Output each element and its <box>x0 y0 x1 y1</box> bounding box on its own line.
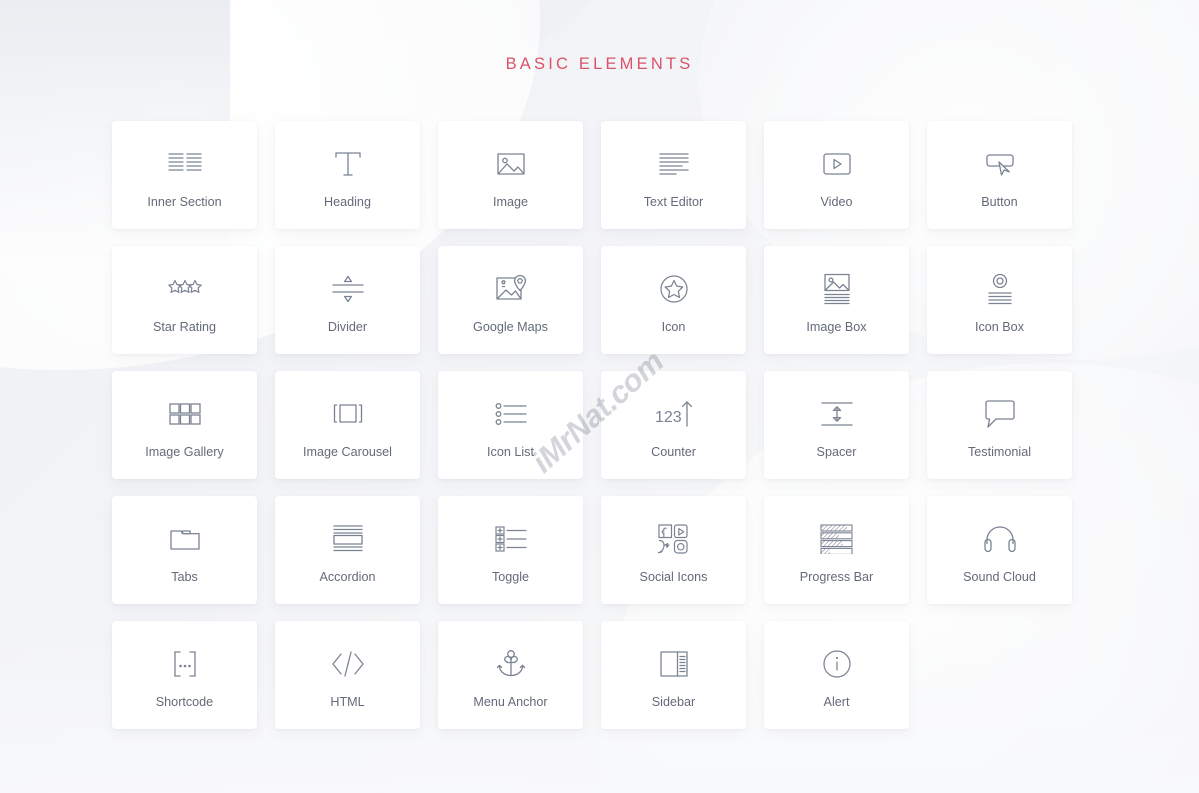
element-label: Spacer <box>816 444 857 459</box>
element-label: Icon Box <box>974 319 1024 334</box>
counter-123-arrow-icon: 123 <box>654 392 694 436</box>
element-card-heading[interactable]: Heading <box>275 121 420 229</box>
element-card-image-box[interactable]: Image Box <box>764 246 909 354</box>
grid-squares-icon <box>168 392 201 436</box>
carousel-slides-icon <box>331 392 365 436</box>
element-label: Image Gallery <box>145 444 224 459</box>
bullet-list-icon <box>495 392 527 436</box>
element-label: Alert <box>823 694 850 709</box>
element-card-menu-anchor[interactable]: Menu Anchor <box>438 621 583 729</box>
elements-grid: Inner Section Heading Image Text Editor … <box>112 121 1073 729</box>
element-label: Progress Bar <box>799 569 874 584</box>
element-card-html[interactable]: HTML <box>275 621 420 729</box>
element-card-image[interactable]: Image <box>438 121 583 229</box>
element-label: Sound Cloud <box>963 569 1036 584</box>
divider-arrows-icon <box>331 267 365 311</box>
headphones-icon <box>983 517 1016 561</box>
button-cursor-icon <box>984 142 1016 186</box>
sidebar-layout-icon <box>659 642 689 686</box>
element-label: HTML <box>330 694 365 709</box>
element-label: Social Icons <box>639 569 708 584</box>
element-card-image-gallery[interactable]: Image Gallery <box>112 371 257 479</box>
element-label: Testimonial <box>968 444 1031 459</box>
element-card-inner-section[interactable]: Inner Section <box>112 121 257 229</box>
element-card-tabs[interactable]: Tabs <box>112 496 257 604</box>
element-card-button[interactable]: Button <box>927 121 1072 229</box>
element-label: Sidebar <box>651 694 696 709</box>
element-card-progress-bar[interactable]: Progress Bar <box>764 496 909 604</box>
toggle-plus-list-icon <box>494 517 527 561</box>
element-card-social-icons[interactable]: Social Icons <box>601 496 746 604</box>
spacer-updown-arrow-icon <box>820 392 853 436</box>
progress-bars-icon <box>819 517 854 561</box>
element-label: Tabs <box>171 569 198 584</box>
three-stars-icon <box>167 267 203 311</box>
element-label: Star Rating <box>153 319 216 334</box>
element-card-accordion[interactable]: Accordion <box>275 496 420 604</box>
image-with-text-icon <box>822 267 852 311</box>
element-card-alert[interactable]: Alert <box>764 621 909 729</box>
element-card-star-rating[interactable]: Star Rating <box>112 246 257 354</box>
element-card-toggle[interactable]: Toggle <box>438 496 583 604</box>
element-card-counter[interactable]: 123 Counter <box>601 371 746 479</box>
code-angle-brackets-icon <box>331 642 365 686</box>
element-card-google-maps[interactable]: Google Maps <box>438 246 583 354</box>
element-card-text-editor[interactable]: Text Editor <box>601 121 746 229</box>
element-label: Inner Section <box>147 194 222 209</box>
social-networks-icon <box>657 517 690 561</box>
element-card-icon-box[interactable]: Icon Box <box>927 246 1072 354</box>
element-card-shortcode[interactable]: Shortcode <box>112 621 257 729</box>
element-label: Icon List <box>487 444 534 459</box>
element-label: Text Editor <box>643 194 704 209</box>
element-card-icon[interactable]: Icon <box>601 246 746 354</box>
element-label: Image <box>492 194 528 209</box>
element-card-testimonial[interactable]: Testimonial <box>927 371 1072 479</box>
map-pin-icon <box>495 267 527 311</box>
element-card-sidebar[interactable]: Sidebar <box>601 621 746 729</box>
text-lines-icon <box>658 142 690 186</box>
element-label: Accordion <box>319 569 376 584</box>
element-card-icon-list[interactable]: Icon List <box>438 371 583 479</box>
elements-panel: BASIC ELEMENTS Inner Section Heading Ima… <box>0 0 1199 793</box>
accordion-panels-icon <box>332 517 364 561</box>
speech-bubble-icon <box>984 392 1016 436</box>
element-label: Counter <box>651 444 696 459</box>
element-label: Divider <box>327 319 368 334</box>
image-picture-icon <box>496 142 526 186</box>
element-label: Menu Anchor <box>473 694 548 709</box>
element-card-divider[interactable]: Divider <box>275 246 420 354</box>
svg-text:123: 123 <box>655 409 682 426</box>
anchor-icon <box>496 642 526 686</box>
element-card-sound-cloud[interactable]: Sound Cloud <box>927 496 1072 604</box>
element-label: Toggle <box>491 569 530 584</box>
heading-t-icon <box>333 142 363 186</box>
element-label: Image Box <box>806 319 867 334</box>
element-label: Heading <box>324 194 371 209</box>
element-label: Shortcode <box>155 694 214 709</box>
element-label: Button <box>981 194 1018 209</box>
circle-with-text-icon <box>986 267 1014 311</box>
element-card-spacer[interactable]: Spacer <box>764 371 909 479</box>
inner-section-icon <box>167 142 202 186</box>
element-label: Google Maps <box>473 319 548 334</box>
shortcode-brackets-icon <box>169 642 201 686</box>
star-circle-icon <box>659 267 689 311</box>
element-label: Icon <box>661 319 686 334</box>
page-title: BASIC ELEMENTS <box>505 55 694 73</box>
element-card-video[interactable]: Video <box>764 121 909 229</box>
element-card-image-carousel[interactable]: Image Carousel <box>275 371 420 479</box>
folder-tabs-icon <box>169 517 201 561</box>
element-label: Image Carousel <box>303 444 392 459</box>
video-play-icon <box>821 142 853 186</box>
info-circle-icon <box>822 642 852 686</box>
element-label: Video <box>820 194 853 209</box>
